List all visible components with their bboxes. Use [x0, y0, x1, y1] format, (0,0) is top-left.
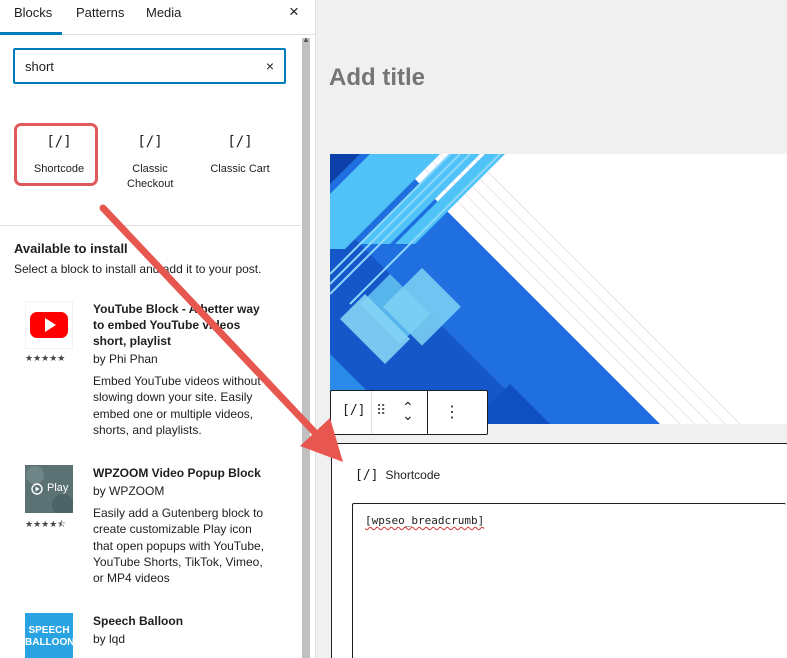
tab-blocks[interactable]: Blocks: [0, 0, 62, 35]
scrollbar[interactable]: [302, 38, 310, 658]
editor-canvas: Add title [/] ⠿ ⌃ ⌄ ⋮ [/] Shortcode [wps…: [316, 0, 787, 658]
block-search: ×: [13, 48, 286, 84]
block-classic-checkout[interactable]: [/] Classic Checkout: [107, 124, 193, 192]
block-label: Classic Cart: [210, 163, 270, 175]
plugin-author: by lqd: [93, 632, 126, 646]
search-input[interactable]: [25, 56, 255, 76]
shortcode-value: [wpseo_breadcrumb]: [365, 514, 485, 527]
rating-stars: ★★★★⯪: [25, 519, 66, 529]
post-title-input[interactable]: Add title: [329, 64, 425, 92]
video-popup-icon: Play: [25, 465, 73, 513]
install-section-title: Available to install: [14, 241, 128, 256]
shortcode-block[interactable]: [/] Shortcode [wpseo_breadcrumb]: [331, 443, 787, 658]
plugin-author: by WPZOOM: [93, 484, 165, 498]
shortcode-textarea[interactable]: [wpseo_breadcrumb]: [352, 503, 786, 658]
shortcode-icon: [/]: [355, 468, 379, 483]
close-icon[interactable]: ×: [284, 2, 304, 22]
toolbar-block-segment: [/]: [331, 391, 372, 434]
drag-handle-icon[interactable]: ⠿: [376, 402, 386, 419]
more-options-icon[interactable]: ⋮: [444, 402, 460, 422]
plugin-description: Embed YouTube videos without slowing dow…: [93, 374, 261, 437]
featured-image[interactable]: [330, 154, 787, 424]
youtube-icon: [24, 300, 74, 350]
divider: [0, 225, 301, 226]
inserter-tabs: Blocks Patterns Media ×: [0, 0, 315, 35]
abstract-graphic: [330, 154, 787, 424]
plugin-author: by Phi Phan: [93, 352, 158, 366]
shortcode-block-label: Shortcode: [385, 468, 441, 482]
plugin-title: Speech Balloon: [93, 614, 184, 628]
block-label: Classic Checkout: [127, 163, 174, 190]
tab-media[interactable]: Media: [146, 0, 181, 35]
scrollbar-thumb[interactable]: [302, 38, 310, 658]
shortcode-icon: [/]: [227, 134, 253, 150]
block-inserter-panel: Blocks Patterns Media × × [/] Shortcode …: [0, 0, 316, 658]
plugin-item-wpzoom-video-popup[interactable]: Play ★★★★⯪ WPZOOM Video Popup Block by W…: [25, 465, 295, 595]
rating-stars: ★★★★★: [25, 353, 66, 363]
tab-patterns[interactable]: Patterns: [76, 0, 124, 35]
shortcode-icon: [/]: [137, 134, 163, 150]
scroll-up-arrow-icon[interactable]: ▲: [300, 35, 312, 45]
shortcode-icon[interactable]: [/]: [342, 403, 365, 418]
plugin-item-speech-balloon[interactable]: SPEECH BALLOON Speech Balloon by lqd: [25, 613, 295, 658]
plugin-item-youtube-block[interactable]: ★★★★★ YouTube Block - A better way to em…: [24, 300, 295, 451]
block-classic-cart[interactable]: [/] Classic Cart: [197, 124, 283, 177]
speech-balloon-icon: SPEECH BALLOON: [25, 613, 75, 658]
plugin-description: Easily add a Gutenberg block to create c…: [93, 506, 265, 586]
block-toolbar: [/] ⠿ ⌃ ⌄ ⋮: [330, 390, 488, 435]
shortcode-block-header: [/] Shortcode: [355, 468, 440, 483]
highlight-box: [14, 123, 98, 186]
thumb-label: Play: [47, 482, 69, 494]
clear-search-icon[interactable]: ×: [266, 56, 274, 76]
move-down-icon[interactable]: ⌄: [402, 407, 414, 424]
plugin-title: YouTube Block - A better way to embed Yo…: [93, 302, 260, 348]
plugin-title: WPZOOM Video Popup Block: [93, 466, 261, 480]
toolbar-move-segment: ⠿ ⌃ ⌄: [372, 391, 428, 434]
install-section-description: Select a block to install and add it to …: [14, 262, 262, 276]
thumb-label: SPEECH BALLOON: [25, 625, 75, 648]
